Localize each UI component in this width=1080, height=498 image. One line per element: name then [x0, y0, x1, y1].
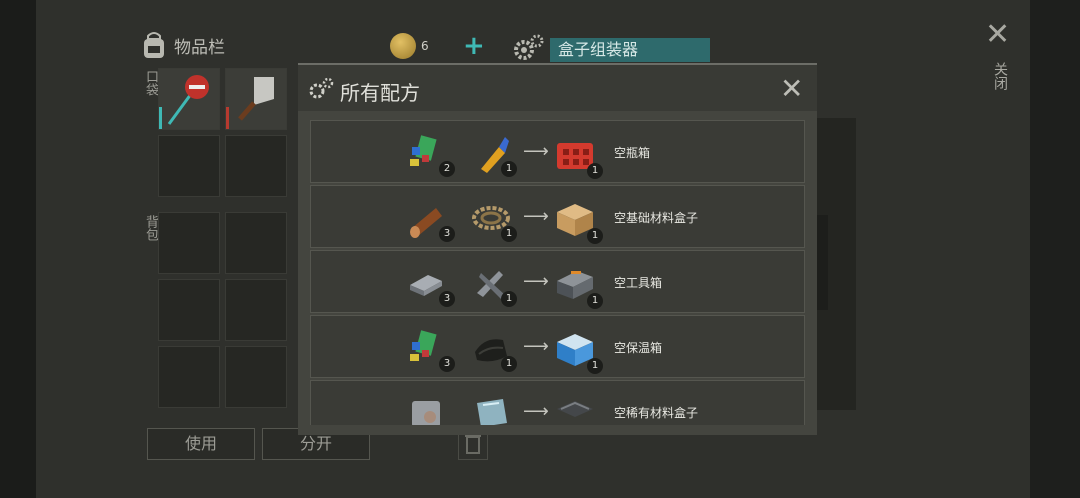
arrow-icon: ⟶: [523, 206, 549, 227]
recipe-name: 空稀有材料盒子: [614, 406, 699, 420]
backpack-slot-6[interactable]: [225, 346, 287, 408]
recipe-row[interactable]: 2 1 ⟶ 1 空瓶箱: [310, 120, 805, 183]
use-button[interactable]: 使用: [147, 428, 255, 460]
recipes-modal: 所有配方 ✕ 2 1 ⟶ 1 空瓶箱 3 1 ⟶ 1 空基础材料盒子 3 1 ⟶…: [298, 63, 817, 435]
recipe-row[interactable]: 3 1 ⟶ 1 空基础材料盒子: [310, 185, 805, 248]
coin-count: 6: [421, 39, 429, 53]
output-qty: 1: [587, 358, 603, 374]
recipe-name: 空工具箱: [614, 276, 663, 290]
backpack-slot-4[interactable]: [225, 279, 287, 341]
inventory-title: 物品栏: [174, 37, 225, 58]
arrow-icon: ⟶: [523, 271, 549, 292]
glass-plate-icon: [477, 399, 507, 425]
output-qty: 1: [587, 163, 603, 179]
backpack-slot-1[interactable]: [158, 212, 220, 274]
ingredient-qty: 3: [439, 226, 455, 242]
pocket-slot-4[interactable]: [225, 135, 287, 197]
pocket-slot-3[interactable]: [158, 135, 220, 197]
ingredient-qty: 1: [501, 226, 517, 242]
coin-icon: [390, 33, 416, 59]
ingredient-qty: 3: [439, 356, 455, 372]
ingredient-qty: 1: [501, 161, 517, 177]
recipe-row[interactable]: ⟶ 空稀有材料盒子: [310, 380, 805, 425]
add-coins-button[interactable]: +: [463, 31, 485, 61]
recipe-list[interactable]: 2 1 ⟶ 1 空瓶箱 3 1 ⟶ 1 空基础材料盒子 3 1 ⟶ 1 空工具箱…: [310, 120, 805, 425]
recipe-row[interactable]: 3 1 ⟶ 1 空保温箱: [310, 315, 805, 378]
cleaver-icon: [238, 77, 274, 121]
close-icon[interactable]: ✕: [985, 20, 1010, 50]
arrow-icon: ⟶: [523, 336, 549, 357]
gear-icon: [309, 77, 334, 99]
modal-title: 所有配方: [340, 81, 420, 105]
inventory-header: 物品栏: [140, 30, 225, 60]
output-qty: 1: [587, 293, 603, 309]
ingredient-qty: 1: [501, 356, 517, 372]
backpack-icon: [144, 32, 164, 58]
metal-plate-icon: [412, 401, 440, 425]
modal-header: 所有配方 ✕: [298, 65, 817, 111]
backpack-slot-3[interactable]: [158, 279, 220, 341]
assembler-title: 盒子组装器: [550, 38, 710, 62]
screen-edge: [1030, 0, 1080, 498]
arrow-icon: ⟶: [523, 401, 549, 422]
recipe-name: 空瓶箱: [614, 146, 651, 160]
backpack-slot-5[interactable]: [158, 346, 220, 408]
dark-crate-icon: [557, 401, 593, 417]
backpack-slot-2[interactable]: [225, 212, 287, 274]
ingredient-qty: 3: [439, 291, 455, 307]
recipe-name: 空基础材料盒子: [614, 211, 699, 225]
pocket-slot-1[interactable]: [158, 68, 220, 130]
pocket-slot-2[interactable]: [225, 68, 287, 130]
ingredient-qty: 1: [501, 291, 517, 307]
stop-sign-icon: [167, 75, 209, 125]
arrow-icon: ⟶: [523, 141, 549, 162]
recipe-row[interactable]: 3 1 ⟶ 1 空工具箱: [310, 250, 805, 313]
recipe-name: 空保温箱: [614, 341, 663, 355]
output-qty: 1: [587, 228, 603, 244]
ingredient-qty: 2: [439, 161, 455, 177]
gear-icon: [514, 34, 544, 60]
close-label[interactable]: 关闭: [990, 62, 1010, 90]
close-icon[interactable]: ✕: [780, 75, 803, 103]
